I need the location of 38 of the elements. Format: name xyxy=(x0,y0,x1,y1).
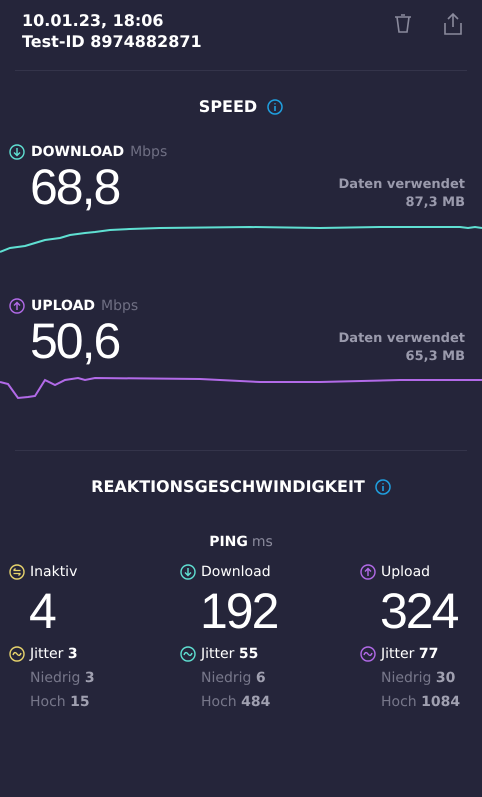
data-used-label: Daten verwendet xyxy=(338,176,465,194)
ping-value: 192 xyxy=(200,584,278,638)
low-text: Niedrig 6 xyxy=(201,670,266,686)
high-text: Hoch 484 xyxy=(201,694,270,710)
ping-value: 4 xyxy=(29,584,55,638)
share-icon[interactable] xyxy=(442,12,464,36)
ping-type-label: Upload xyxy=(381,564,430,580)
jitter-text: Jitter 77 xyxy=(381,646,438,662)
speed-label: UPLOAD xyxy=(31,298,96,314)
wave-icon xyxy=(360,646,376,662)
test-id: Test-ID 8974882871 xyxy=(22,31,203,52)
jitter-text: Jitter 3 xyxy=(30,646,78,662)
info-icon[interactable] xyxy=(267,98,284,114)
wave-icon xyxy=(9,646,25,662)
ping-value: 324 xyxy=(380,584,458,638)
ping-label: PING xyxy=(209,534,248,550)
speed-value: 50,6 xyxy=(30,314,120,368)
jitter-text: Jitter 55 xyxy=(201,646,258,662)
data-used-label: Daten verwendet xyxy=(338,330,465,348)
section-title: SPEED xyxy=(198,97,258,116)
wave-icon xyxy=(180,646,196,662)
data-used-value: 65,3 MB xyxy=(406,348,465,366)
delete-icon[interactable] xyxy=(392,12,414,34)
speed-label: DOWNLOAD xyxy=(31,144,124,160)
low-text: Niedrig 30 xyxy=(381,670,456,686)
info-icon[interactable] xyxy=(374,478,391,494)
ping-type-label: Download xyxy=(201,564,271,580)
high-text: Hoch 15 xyxy=(30,694,90,710)
high-text: Hoch 1084 xyxy=(381,694,460,710)
data-used-value: 87,3 MB xyxy=(406,194,465,212)
speed-value: 68,8 xyxy=(30,160,120,214)
ping-type-label: Inaktiv xyxy=(30,564,78,580)
speed-unit: Mbps xyxy=(130,144,168,160)
section-title: REAKTIONSGESCHWINDIGKEIT xyxy=(91,477,365,496)
ping-unit: ms xyxy=(252,534,273,550)
low-text: Niedrig 3 xyxy=(30,670,95,686)
speed-unit: Mbps xyxy=(101,298,138,314)
test-date: 10.01.23, 18:06 xyxy=(22,10,165,31)
